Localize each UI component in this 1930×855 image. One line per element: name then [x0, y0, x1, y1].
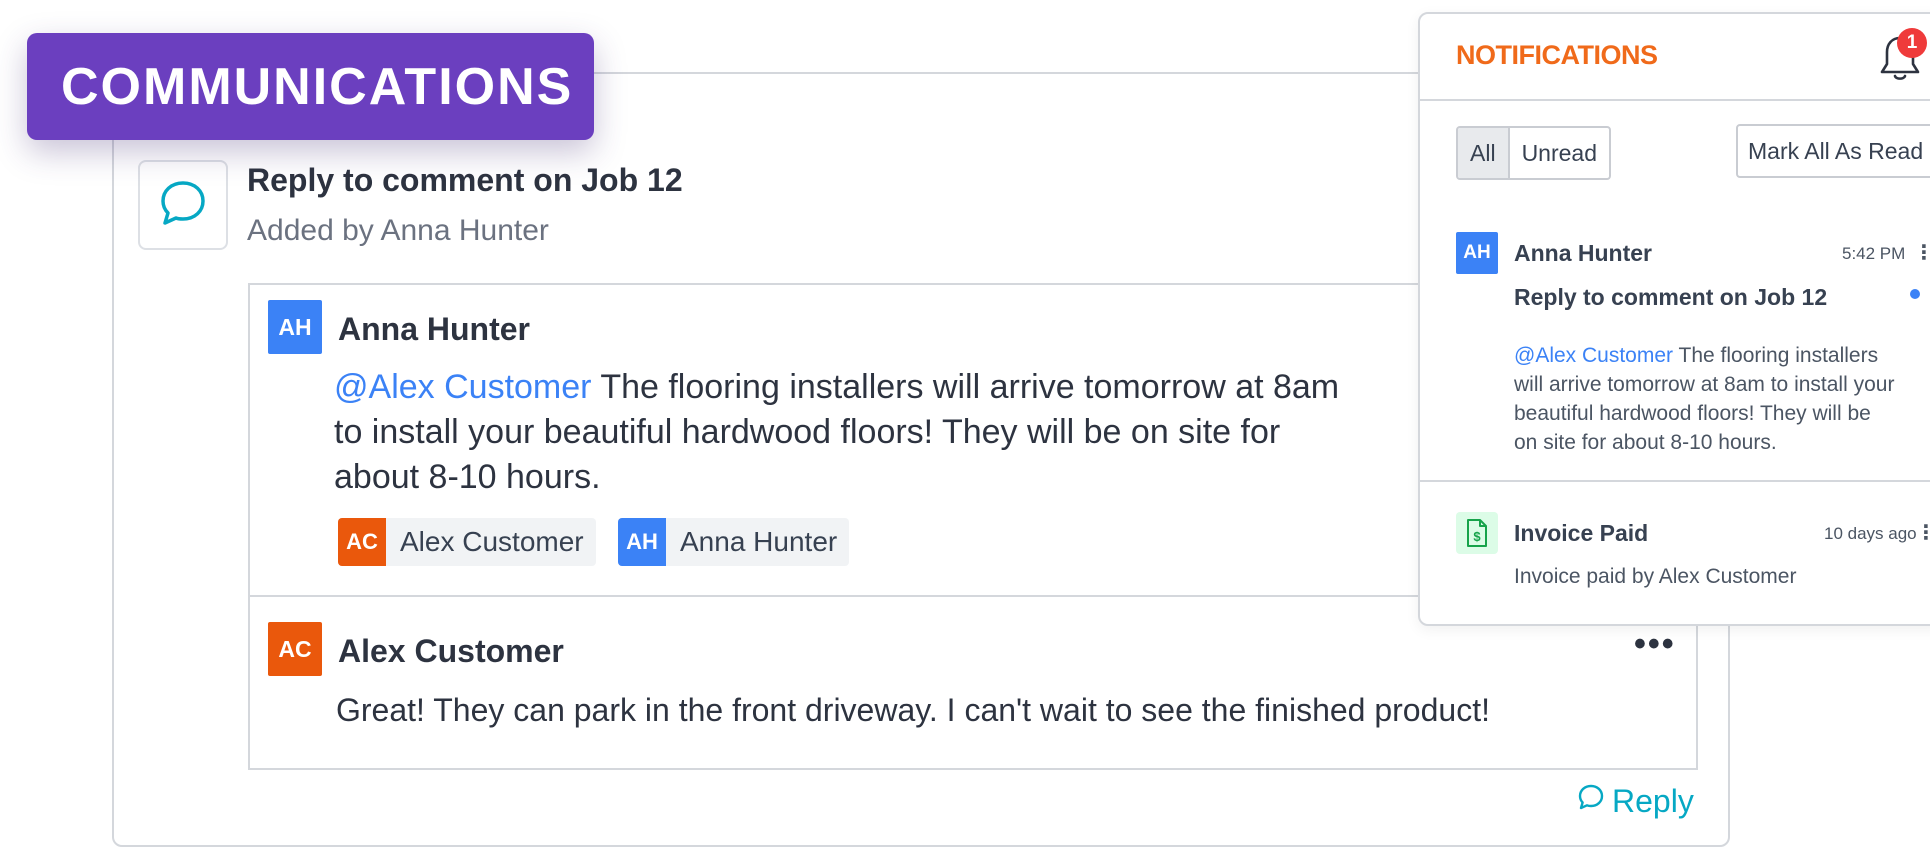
message-author: Anna Hunter	[338, 311, 530, 347]
message-body: Great! They can park in the front drivew…	[336, 692, 1490, 728]
avatar: AC	[338, 518, 386, 566]
reply-button[interactable]: Reply	[1576, 782, 1694, 820]
divider	[1420, 480, 1930, 482]
notification-time: 10 days ago	[1824, 524, 1917, 543]
notification-body: Invoice paid by Alex Customer	[1514, 565, 1797, 588]
notification-subject[interactable]: Reply to comment on Job 12	[1514, 284, 1827, 311]
filter-all-tab[interactable]: All	[1458, 128, 1510, 178]
message-body: @Alex Customer The flooring installers w…	[334, 365, 1414, 500]
chat-bubble-icon	[1576, 782, 1612, 820]
notification-time: 5:42 PM	[1842, 244, 1906, 263]
message-text-line: The flooring installers will arrive tomo…	[600, 368, 1340, 406]
notification-count-badge: 1	[1897, 28, 1927, 58]
mention-link[interactable]: @Alex Customer	[334, 368, 591, 406]
comment-title: Reply to comment on Job 12	[247, 162, 683, 198]
recipient-chip-alex-customer[interactable]: AC Alex Customer	[338, 518, 596, 566]
unread-indicator	[1910, 289, 1920, 299]
chat-bubble-icon	[156, 176, 210, 235]
filter-toggle: All Unread	[1456, 126, 1611, 180]
kebab-menu-icon[interactable]: ⋮	[1916, 520, 1930, 545]
notifications-title: NOTIFICATIONS	[1456, 40, 1658, 70]
invoice-dollar-icon: $	[1456, 512, 1498, 554]
recipient-name: Anna Hunter	[680, 526, 838, 557]
recipient-name: Alex Customer	[400, 526, 584, 557]
avatar: AH	[1456, 232, 1498, 274]
notification-sender: Invoice Paid	[1514, 520, 1649, 546]
mention-link[interactable]: @Alex Customer	[1514, 344, 1673, 367]
divider	[1420, 99, 1930, 101]
notification-body-line: The flooring installers	[1678, 344, 1879, 367]
filter-unread-tab[interactable]: Unread	[1510, 128, 1609, 178]
notification-sender: Anna Hunter	[1514, 240, 1652, 266]
kebab-menu-icon[interactable]: ⋮	[1914, 240, 1930, 265]
communications-banner: COMMUNICATIONS	[27, 33, 594, 140]
notification-body-line: on site for about 8-10 hours.	[1514, 431, 1777, 454]
recipient-chip-anna-hunter[interactable]: AH Anna Hunter	[618, 518, 850, 566]
message-text-line: to install your beautiful hardwood floor…	[334, 413, 1281, 451]
avatar: AC	[268, 622, 322, 676]
message-author: Alex Customer	[338, 633, 564, 669]
avatar: AH	[618, 518, 666, 566]
comment-type-icon-box	[138, 160, 228, 250]
mark-all-read-button[interactable]: Mark All As Read	[1736, 124, 1930, 178]
banner-label: COMMUNICATIONS	[61, 57, 574, 116]
notifications-panel: NOTIFICATIONS 1 All Unread Mark All As R…	[1418, 12, 1930, 626]
notification-body-line: beautiful hardwood floors! They will be	[1514, 402, 1871, 425]
notification-body-line: will arrive tomorrow at 8am to install y…	[1514, 373, 1895, 396]
reply-label: Reply	[1612, 782, 1694, 819]
svg-text:$: $	[1473, 529, 1481, 544]
message-text-line: about 8-10 hours.	[334, 458, 601, 496]
more-options-icon[interactable]: •••	[1634, 625, 1676, 664]
comment-added-by: Added by Anna Hunter	[247, 214, 549, 247]
avatar: AH	[268, 300, 322, 354]
notification-body: @Alex Customer The flooring installers w…	[1514, 341, 1930, 457]
